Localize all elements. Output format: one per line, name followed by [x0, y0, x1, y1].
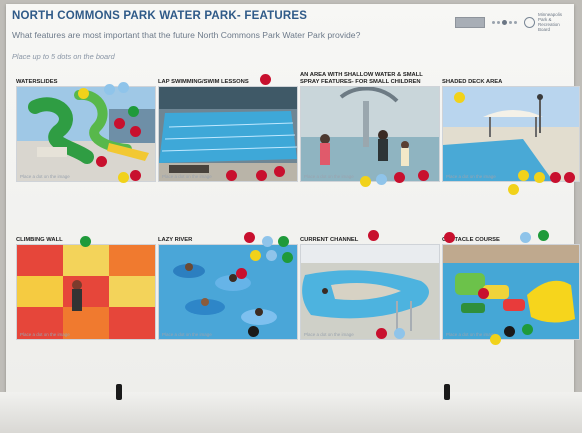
pager-dots: [492, 19, 517, 25]
voting-dot-red: [564, 172, 575, 183]
voting-dot-black: [248, 326, 259, 337]
tile-label: AN AREA WITH SHALLOW WATER & SMALL SPRAY…: [300, 72, 423, 85]
tile-waterslides-header: WATERSLIDES: [16, 70, 154, 86]
tile-lap-swim-header: LAP SWIMMING/SWIM LESSONS: [158, 70, 296, 86]
easel-leg: [444, 384, 450, 400]
voting-dot-yellow: [250, 250, 261, 261]
tile-shallow-water-header: AN AREA WITH SHALLOW WATER & SMALL SPRAY…: [300, 66, 438, 86]
pager-dot: [509, 20, 512, 24]
board-question: What features are most important that th…: [12, 30, 361, 40]
voting-dot-blue: [262, 236, 273, 247]
voting-dot-yellow: [360, 176, 371, 187]
tile-shaded-deck-header: SHADED DECK AREA: [442, 70, 580, 86]
voting-dot-red: [376, 328, 387, 339]
voting-dot-green: [282, 252, 293, 263]
voting-dot-yellow: [534, 172, 545, 183]
voting-dot-red: [256, 170, 267, 181]
board-instruction: Place up to 5 dots on the board: [12, 52, 115, 61]
tile-caption: Place a dot on the image: [162, 332, 212, 337]
photo-lazy-river: Place a dot on the image: [158, 244, 298, 340]
voting-dot-blue: [520, 232, 531, 243]
voting-dot-yellow: [78, 88, 89, 99]
logo-mark-icon: [524, 16, 535, 28]
tile-label: SHADED DECK AREA: [442, 79, 503, 85]
voting-dot-red: [274, 166, 285, 177]
voting-dot-blue: [266, 250, 277, 261]
voting-dot-blue: [394, 328, 405, 339]
voting-dot-red: [130, 170, 141, 181]
voting-dot-yellow: [490, 334, 501, 345]
tile-obstacle-course-header: OBSTACLE COURSE: [442, 228, 580, 244]
voting-dot-blue: [376, 174, 387, 185]
voting-dot-red: [130, 126, 141, 137]
voting-dot-red: [550, 172, 561, 183]
pager-dot-active: [502, 19, 507, 25]
voting-dot-red: [226, 170, 237, 181]
voting-dot-blue: [104, 84, 115, 95]
voting-dot-yellow: [118, 172, 129, 183]
voting-dot-red: [444, 232, 455, 243]
voting-dot-green: [80, 236, 91, 247]
easel-stand: [0, 392, 582, 433]
tile-caption: Place a dot on the image: [446, 332, 496, 337]
voting-dot-green: [522, 324, 533, 335]
tile-caption: Place a dot on the image: [446, 174, 496, 179]
pager-dot: [514, 20, 517, 24]
voting-dot-green: [128, 106, 139, 117]
tile-caption: Place a dot on the image: [162, 174, 212, 179]
mprb-logo: Minneapolis Park & Recreation Board: [524, 12, 564, 32]
pager-dot: [497, 20, 500, 24]
voting-dot-black: [504, 326, 515, 337]
voting-dot-green: [538, 230, 549, 241]
voting-dot-blue: [118, 82, 129, 93]
pager-dot: [492, 20, 495, 24]
voting-dot-red: [244, 232, 255, 243]
voting-dot-red: [114, 118, 125, 129]
tile-caption: Place a dot on the image: [20, 174, 70, 179]
photo-climbing-wall: Place a dot on the image: [16, 244, 156, 340]
voting-dot-red: [260, 74, 271, 85]
voting-dot-red: [368, 230, 379, 241]
tile-label: OBSTACLE COURSE: [442, 237, 500, 243]
tile-label: LAZY RIVER: [158, 237, 193, 243]
voting-dot-yellow: [454, 92, 465, 103]
voting-dot-red: [96, 156, 107, 167]
tile-lazy-river-header: LAZY RIVER: [158, 228, 296, 244]
tile-caption: Place a dot on the image: [304, 332, 354, 337]
photo-shallow-spray: Place a dot on the image: [300, 86, 440, 182]
tile-caption: Place a dot on the image: [304, 174, 354, 179]
header-badge: [455, 16, 485, 28]
voting-dot-red: [236, 268, 247, 279]
voting-dot-green: [278, 236, 289, 247]
easel-leg: [116, 384, 122, 400]
tile-caption: Place a dot on the image: [20, 332, 70, 337]
voting-dot-red: [478, 288, 489, 299]
voting-dot-yellow: [518, 170, 529, 181]
tile-label: LAP SWIMMING/SWIM LESSONS: [158, 79, 249, 85]
header-right: Minneapolis Park & Recreation Board: [455, 12, 564, 32]
voting-dot-red: [418, 170, 429, 181]
tile-label: WATERSLIDES: [16, 79, 58, 85]
voting-dot-yellow: [508, 184, 519, 195]
board-title: NORTH COMMONS PARK WATER PARK- FEATURES: [12, 10, 308, 22]
voting-dot-red: [394, 172, 405, 183]
photo-current-channel: Place a dot on the image: [300, 244, 440, 340]
logo-text: Minneapolis Park & Recreation Board: [538, 12, 563, 32]
